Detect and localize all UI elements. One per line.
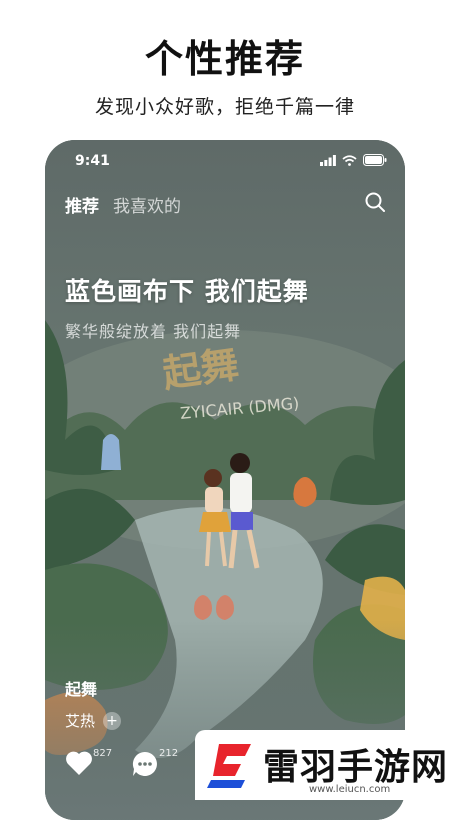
comment-icon <box>132 751 157 776</box>
artist-name[interactable]: 艾热 <box>65 710 95 731</box>
watermark-url: www.leiucn.com <box>309 784 391 795</box>
watermark-logo-icon <box>207 744 251 788</box>
watermark-text: 雷羽手游网 <box>263 747 449 788</box>
watermark: 雷羽手游网 www.leiucn.com <box>195 730 450 800</box>
song-headline: 蓝色画布下 我们起舞 <box>65 277 309 306</box>
artist-row: 艾热 + <box>65 710 122 731</box>
song-title[interactable]: 起舞 <box>65 676 97 700</box>
search-icon[interactable] <box>363 190 387 214</box>
promo-title: 个性推荐 <box>144 37 305 81</box>
promo-subtitle: 发现小众好歌，拒绝千篇一律 <box>94 96 355 118</box>
wifi-icon <box>342 154 357 166</box>
signal-icon <box>320 154 336 166</box>
heart-icon <box>66 751 92 775</box>
comment-button[interactable]: 212 <box>131 748 178 782</box>
status-bar: 9:41 <box>45 140 405 180</box>
status-time: 9:41 <box>75 153 110 169</box>
like-count: 827 <box>93 748 113 759</box>
follow-artist-button[interactable]: + <box>103 711 122 730</box>
like-button[interactable]: 827 <box>65 748 112 780</box>
tab-recommend[interactable]: 推荐 <box>65 192 99 217</box>
tab-bar: 推荐 我喜欢的 <box>65 192 181 217</box>
phone-screen: 起舞 ZYICAIR (DMG) 9:41 推荐 我喜欢的 蓝色画布下 我们起舞… <box>45 140 405 820</box>
battery-icon <box>363 154 387 166</box>
tab-my-likes[interactable]: 我喜欢的 <box>113 192 181 217</box>
song-lyric: 繁华般绽放着 我们起舞 <box>65 322 242 341</box>
comment-count: 212 <box>159 748 179 759</box>
